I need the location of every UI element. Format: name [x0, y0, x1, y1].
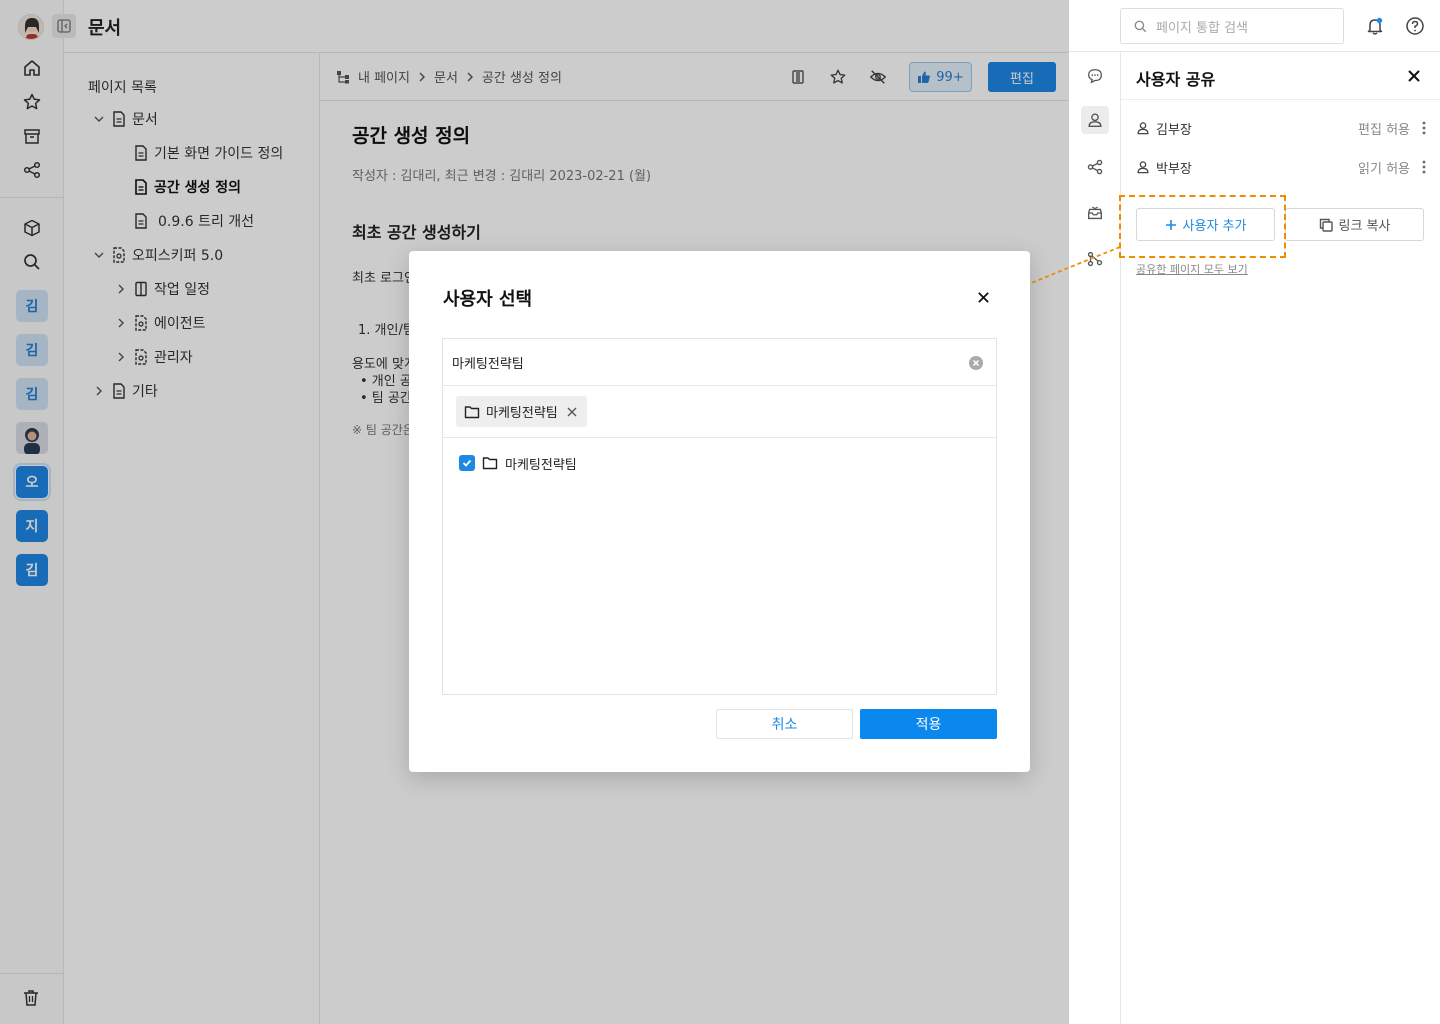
permission-label[interactable]: 편집 허용: [1358, 119, 1410, 138]
search-result-item[interactable]: 마케팅전략팀: [459, 453, 577, 473]
user-picker: 마케팅전략팀 마케팅전략팀 마케팅전략팀: [442, 338, 997, 695]
annotation-highlight: [1119, 195, 1286, 258]
view-all-shared-link[interactable]: 공유한 페이지 모두 보기: [1136, 261, 1248, 277]
panel-tabs: [1069, 52, 1121, 1024]
inbox-icon[interactable]: [1081, 199, 1109, 227]
checkbox-checked[interactable]: [459, 455, 475, 471]
remove-tag-icon[interactable]: [567, 407, 577, 417]
modal-title: 사용자 선택: [443, 289, 533, 310]
comment-icon[interactable]: [1081, 62, 1109, 90]
shared-user-name: 박부장: [1156, 161, 1192, 177]
user-search-input[interactable]: 마케팅전략팀: [443, 339, 996, 386]
close-icon[interactable]: [973, 287, 993, 307]
shared-user-row[interactable]: 김부장 편집 허용: [1136, 116, 1426, 140]
selected-tag: 마케팅전략팀: [456, 396, 587, 427]
apply-button[interactable]: 적용: [860, 709, 997, 739]
user-search-value: 마케팅전략팀: [452, 356, 524, 372]
copy-link-label: 링크 복사: [1338, 219, 1391, 234]
share-panel-title: 사용자 공유: [1136, 70, 1216, 89]
folder-icon: [464, 405, 480, 419]
more-vertical-icon[interactable]: [1422, 160, 1426, 174]
cancel-button[interactable]: 취소: [716, 709, 853, 739]
user-icon: [1136, 121, 1150, 135]
share-icon[interactable]: [1081, 153, 1109, 181]
selected-tags: 마케팅전략팀: [443, 387, 996, 438]
clear-search-icon[interactable]: [968, 355, 984, 371]
user-icon: [1136, 160, 1150, 174]
search-icon: [1133, 19, 1148, 34]
shared-user-name: 김부장: [1156, 122, 1192, 138]
user-share-icon[interactable]: [1081, 106, 1109, 134]
copy-link-button[interactable]: 링크 복사: [1285, 208, 1424, 241]
share-panel: 페이지 통합 검색 사용자 공유 김부장 편집 허용 박부장 읽기 허용 사용자…: [1069, 0, 1440, 1024]
search-result-label: 마케팅전략팀: [505, 457, 577, 473]
copy-icon: [1319, 218, 1333, 232]
search-placeholder: 페이지 통합 검색: [1156, 20, 1248, 36]
selected-tag-label: 마케팅전략팀: [486, 406, 558, 421]
permission-label[interactable]: 읽기 허용: [1358, 158, 1410, 177]
user-select-modal: 사용자 선택 마케팅전략팀 마케팅전략팀 마케팅전략팀 취소 적용: [409, 251, 1030, 772]
shared-user-row[interactable]: 박부장 읽기 허용: [1136, 155, 1426, 179]
global-search-input[interactable]: 페이지 통합 검색: [1120, 8, 1344, 44]
more-vertical-icon[interactable]: [1422, 121, 1426, 135]
help-icon[interactable]: [1403, 14, 1427, 38]
close-icon[interactable]: [1402, 66, 1426, 86]
bell-icon[interactable]: [1363, 14, 1387, 38]
folder-icon: [482, 456, 498, 470]
